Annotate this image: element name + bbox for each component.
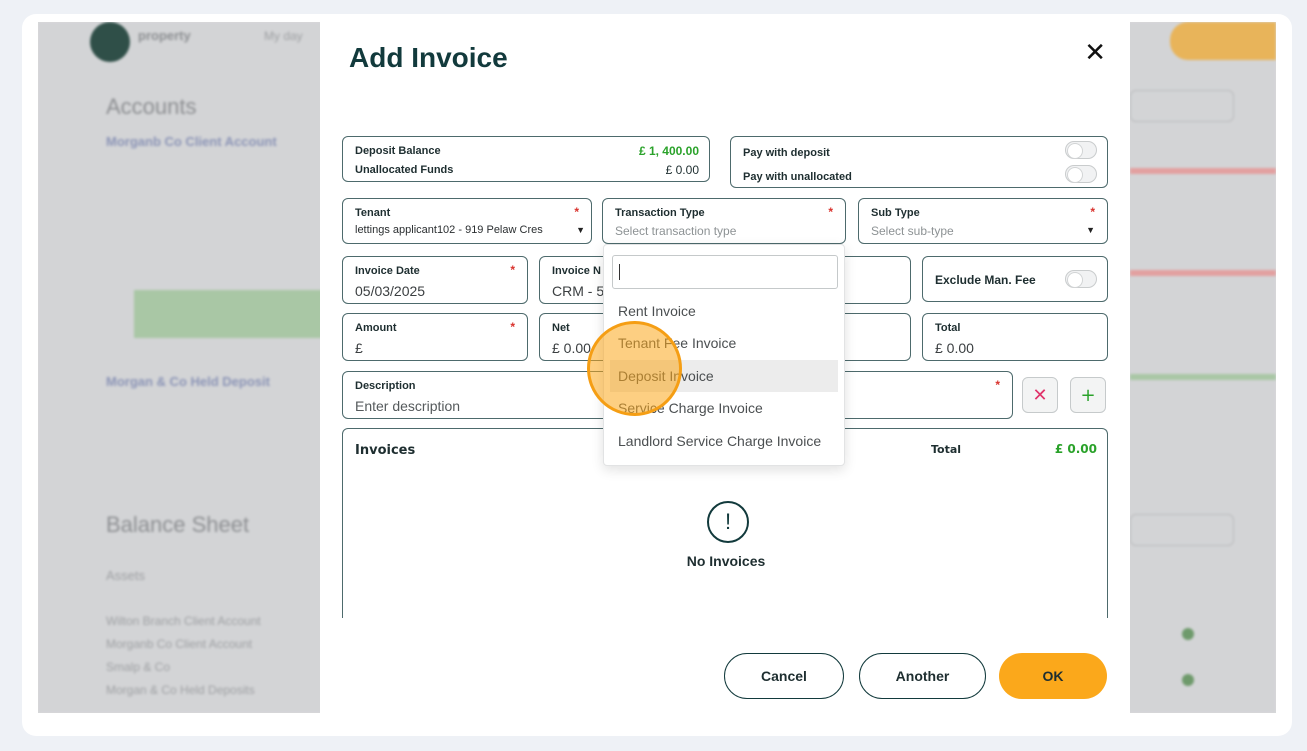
pay-with-unallocated-toggle[interactable] (1065, 165, 1097, 183)
transaction-type-placeholder: Select transaction type (615, 224, 737, 238)
transaction-type-dropdown: Rent Invoice Tenant Fee Invoice Deposit … (603, 244, 845, 466)
invoices-total-value: £ 0.00 (1054, 442, 1097, 456)
total-value: £ 0.00 (935, 340, 974, 356)
dropdown-search-input[interactable] (612, 255, 838, 289)
amount-value: £ (355, 340, 363, 356)
invoices-total-label: Total (931, 443, 962, 456)
bg-green-bar (1130, 374, 1276, 380)
remove-line-button[interactable]: ✕ (1022, 377, 1058, 413)
close-icon[interactable]: ✕ (1084, 38, 1106, 68)
another-button[interactable]: Another (859, 653, 986, 699)
required-marker: * (510, 320, 515, 334)
required-marker: * (1090, 205, 1095, 219)
exclude-fee-label: Exclude Man. Fee (935, 273, 1036, 287)
transaction-type-label: Transaction Type (615, 207, 705, 219)
bg-red-bar-1 (1130, 168, 1276, 174)
invoice-date-field[interactable]: Invoice Date * 05/03/2025 (342, 256, 528, 304)
pay-with-deposit-toggle[interactable] (1065, 141, 1097, 159)
net-label: Net (552, 322, 570, 334)
unallocated-label: Unallocated Funds (355, 164, 454, 176)
unallocated-value: £ 0.00 (665, 163, 699, 177)
chevron-down-icon: ▼ (1086, 225, 1095, 235)
info-icon: ! (707, 501, 749, 543)
bg-red-bar-2 (1130, 270, 1276, 276)
bs-row-2: Morganb Co Client Account (106, 637, 253, 651)
option-tenant-fee-invoice[interactable]: Tenant Fee Invoice (610, 327, 838, 359)
deposit-balance-value: £ 1, 400.00 (638, 144, 699, 158)
sub-type-select[interactable]: Sub Type * Select sub-type ▼ (858, 198, 1108, 244)
amount-label: Amount (355, 322, 397, 334)
bg-account-button (1170, 22, 1276, 60)
accounts-title: Accounts (106, 94, 197, 119)
invoice-number-value: CRM - 5 (552, 283, 605, 299)
option-landlord-service-charge-invoice[interactable]: Landlord Service Charge Invoice (610, 425, 838, 457)
bs-row-3: Smalp & Co (106, 660, 171, 674)
brand-name: property (138, 28, 191, 43)
description-label: Description (355, 380, 416, 392)
bs-row-1: Wilton Branch Client Account (106, 614, 261, 628)
assets-label: Assets (106, 568, 146, 583)
tenant-select[interactable]: Tenant * lettings applicant102 - 919 Pel… (342, 198, 592, 244)
sub-type-label: Sub Type (871, 207, 920, 219)
pay-options: Pay with deposit Pay with unallocated (730, 136, 1108, 188)
invoices-label: Invoices (355, 443, 416, 458)
tenant-value: lettings applicant102 - 919 Pelaw Cres (355, 224, 543, 236)
required-marker: * (828, 205, 833, 219)
invoice-date-value: 05/03/2025 (355, 283, 426, 299)
nav-item: My day (264, 29, 303, 43)
ok-button[interactable]: OK (999, 653, 1107, 699)
exclude-fee-box: Exclude Man. Fee (922, 256, 1108, 302)
deposit-balance-label: Deposit Balance (355, 145, 441, 157)
option-deposit-invoice[interactable]: Deposit Invoice (610, 360, 838, 392)
brand-logo (90, 22, 130, 62)
balance-sheet-title: Balance Sheet (106, 512, 250, 537)
bg-dot-1 (1182, 628, 1194, 640)
tenant-label: Tenant (355, 207, 391, 219)
bg-dot-2 (1182, 674, 1194, 686)
description-placeholder: Enter description (355, 398, 461, 414)
required-marker: * (574, 205, 579, 219)
bs-row-4: Morgan & Co Held Deposits (106, 683, 255, 697)
no-invoices-text: No Invoices (686, 553, 766, 569)
total-label: Total (935, 322, 961, 334)
exclude-fee-toggle[interactable] (1065, 270, 1097, 288)
bg-chart-bar (134, 290, 324, 338)
transaction-type-select[interactable]: Transaction Type * Select transaction ty… (602, 198, 846, 244)
cancel-button[interactable]: Cancel (724, 653, 844, 699)
sub-type-placeholder: Select sub-type (871, 224, 954, 238)
bg-filter-box-2 (1130, 514, 1234, 546)
modal-title: Add Invoice (349, 42, 508, 73)
deposit-summary: Deposit Balance £ 1, 400.00 Unallocated … (342, 136, 710, 182)
chevron-down-icon: ▼ (576, 225, 585, 235)
option-rent-invoice[interactable]: Rent Invoice (610, 295, 838, 327)
required-marker: * (510, 263, 515, 277)
invoice-date-label: Invoice Date (355, 265, 420, 277)
option-service-charge-invoice[interactable]: Service Charge Invoice (610, 392, 838, 424)
net-value: £ 0.00 (552, 340, 591, 356)
account-link-2: Morgan & Co Held Deposit (106, 374, 270, 389)
pay-with-unallocated-label: Pay with unallocated (743, 171, 852, 183)
total-field: Total £ 0.00 (922, 313, 1108, 361)
bg-filter-box (1130, 90, 1234, 122)
add-line-button[interactable]: + (1070, 377, 1106, 413)
required-marker: * (995, 378, 1000, 392)
pay-with-deposit-label: Pay with deposit (743, 147, 830, 159)
amount-field[interactable]: Amount * £ (342, 313, 528, 361)
invoice-number-label: Invoice N (552, 265, 601, 277)
account-link-1: Morganb Co Client Account (106, 134, 277, 149)
